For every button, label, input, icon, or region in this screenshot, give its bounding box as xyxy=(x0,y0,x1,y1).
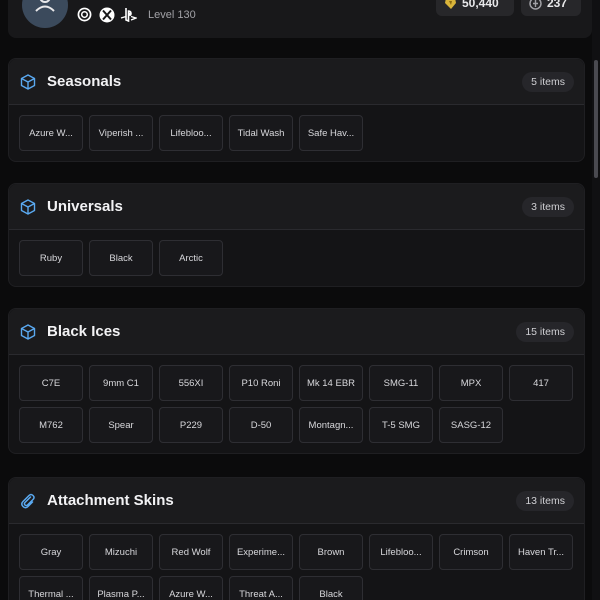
item-chip[interactable]: Thermal ... xyxy=(19,576,83,600)
item-chip[interactable]: Viperish ... xyxy=(89,115,153,151)
item-chip[interactable]: SASG-12 xyxy=(439,407,503,443)
item-chip[interactable]: P10 Roni xyxy=(229,365,293,401)
section-seasonals: Seasonals 5 items Azure W... Viperish ..… xyxy=(8,58,585,162)
section-title: Seasonals xyxy=(47,73,122,90)
profile-header: Level 130 50,440 237 xyxy=(8,0,592,38)
item-chip[interactable]: Azure W... xyxy=(159,576,223,600)
renown-value: 237 xyxy=(547,0,568,10)
item-chip[interactable]: T-5 SMG xyxy=(369,407,433,443)
item-chip[interactable]: D-50 xyxy=(229,407,293,443)
item-count-badge: 15 items xyxy=(516,321,574,342)
item-chip[interactable]: 556XI xyxy=(159,365,223,401)
item-chip[interactable]: P229 xyxy=(159,407,223,443)
section-header: Attachment Skins 13 items xyxy=(9,478,584,524)
item-grid: C7E 9mm C1 556XI P10 Roni Mk 14 EBR SMG-… xyxy=(9,355,584,453)
section-header: Black Ices 15 items xyxy=(9,309,584,355)
platform-list: Level 130 xyxy=(76,6,196,23)
section-black-ices: Black Ices 15 items C7E 9mm C1 556XI P10… xyxy=(8,308,585,454)
user-icon xyxy=(35,0,55,12)
item-chip[interactable]: Brown xyxy=(299,534,363,570)
item-chip[interactable]: Azure W... xyxy=(19,115,83,151)
section-title: Universals xyxy=(47,198,123,215)
item-chip[interactable]: Gray xyxy=(19,534,83,570)
cube-icon xyxy=(19,73,37,91)
item-chip[interactable]: Threat A... xyxy=(229,576,293,600)
section-attachment-skins: Attachment Skins 13 items Gray Mizuchi R… xyxy=(8,477,585,600)
ubisoft-icon xyxy=(76,6,93,23)
credits-icon xyxy=(445,0,456,9)
item-chip[interactable]: 417 xyxy=(509,365,573,401)
item-chip[interactable]: Experime... xyxy=(229,534,293,570)
item-chip[interactable]: Black xyxy=(299,576,363,600)
page-scrollbar[interactable] xyxy=(592,0,600,600)
section-title: Attachment Skins xyxy=(47,492,174,509)
renown-balance: 237 xyxy=(521,0,581,16)
item-grid: Azure W... Viperish ... Lifebloo... Tida… xyxy=(9,105,584,161)
avatar[interactable] xyxy=(22,0,68,28)
item-chip[interactable]: Safe Hav... xyxy=(299,115,363,151)
item-chip[interactable]: Tidal Wash xyxy=(229,115,293,151)
item-chip[interactable]: Arctic xyxy=(159,240,223,276)
cube-icon xyxy=(19,323,37,341)
item-chip[interactable]: Ruby xyxy=(19,240,83,276)
item-chip[interactable]: SMG-11 xyxy=(369,365,433,401)
credits-value: 50,440 xyxy=(462,0,499,10)
item-chip[interactable]: Lifebloo... xyxy=(159,115,223,151)
paperclip-icon xyxy=(19,492,37,510)
playstation-icon xyxy=(120,6,137,23)
page: Level 130 50,440 237 Seasonals 5 items A… xyxy=(0,0,600,600)
cube-icon xyxy=(19,198,37,216)
xbox-icon xyxy=(98,6,115,23)
item-chip[interactable]: Montagn... xyxy=(299,407,363,443)
item-count-badge: 5 items xyxy=(522,71,574,92)
section-header: Seasonals 5 items xyxy=(9,59,584,105)
scrollbar-thumb[interactable] xyxy=(594,60,598,178)
item-chip[interactable]: MPX xyxy=(439,365,503,401)
section-header: Universals 3 items xyxy=(9,184,584,230)
item-chip[interactable]: Plasma P... xyxy=(89,576,153,600)
item-chip[interactable]: Crimson xyxy=(439,534,503,570)
item-chip[interactable]: Mk 14 EBR xyxy=(299,365,363,401)
item-count-badge: 3 items xyxy=(522,196,574,217)
renown-icon xyxy=(529,0,542,10)
item-chip[interactable]: Spear xyxy=(89,407,153,443)
item-chip[interactable]: Black xyxy=(89,240,153,276)
item-chip[interactable]: Mizuchi xyxy=(89,534,153,570)
item-chip[interactable]: Red Wolf xyxy=(159,534,223,570)
item-chip[interactable]: C7E xyxy=(19,365,83,401)
section-universals: Universals 3 items Ruby Black Arctic xyxy=(8,183,585,287)
item-grid: Ruby Black Arctic xyxy=(9,230,584,286)
item-chip[interactable]: Lifebloo... xyxy=(369,534,433,570)
item-grid: Gray Mizuchi Red Wolf Experime... Brown … xyxy=(9,524,584,600)
item-chip[interactable]: Haven Tr... xyxy=(509,534,573,570)
player-level: Level 130 xyxy=(148,8,196,21)
item-chip[interactable]: 9mm C1 xyxy=(89,365,153,401)
item-count-badge: 13 items xyxy=(516,490,574,511)
item-chip[interactable]: M762 xyxy=(19,407,83,443)
credits-balance: 50,440 xyxy=(436,0,514,16)
section-title: Black Ices xyxy=(47,323,121,340)
